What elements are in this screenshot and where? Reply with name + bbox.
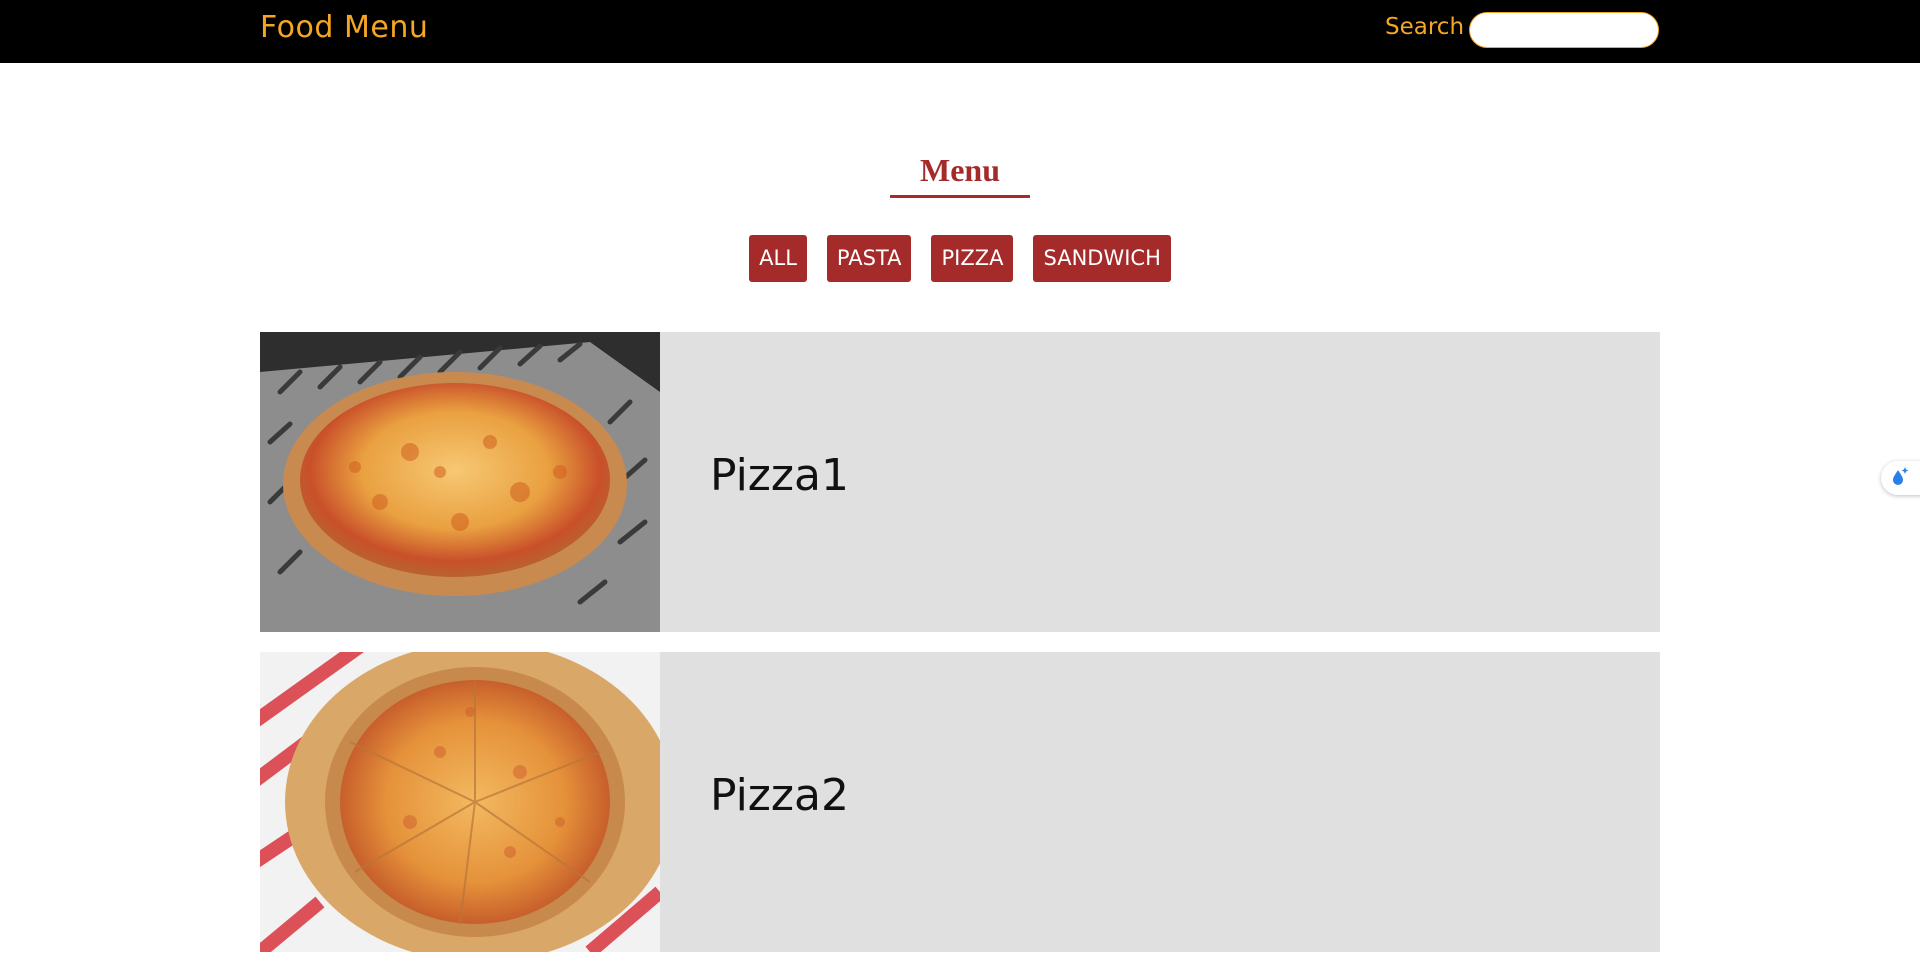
filter-pizza-button[interactable]: PIZZA <box>931 235 1014 282</box>
menu-item-name: Pizza2 <box>710 770 849 821</box>
category-filter-bar: ALL PASTA PIZZA SANDWICH <box>0 235 1920 282</box>
search-input[interactable] <box>1469 12 1659 48</box>
filter-all-button[interactable]: ALL <box>749 235 807 282</box>
search-label: Search <box>1385 14 1465 40</box>
menu-item-card: Pizza2 <box>260 652 1660 952</box>
top-navbar: Food Menu Search <box>0 0 1920 63</box>
brand-logo-text[interactable]: Food Menu <box>260 10 428 45</box>
filter-sandwich-button[interactable]: SANDWICH <box>1033 235 1171 282</box>
pizza-image <box>260 652 660 952</box>
menu-item-card: Pizza1 <box>260 332 1660 632</box>
menu-heading-underline <box>890 195 1030 198</box>
filter-pasta-button[interactable]: PASTA <box>826 235 912 282</box>
water-drop-sparkle-icon <box>1889 465 1911 491</box>
pizza-image <box>260 332 660 632</box>
menu-heading: Menu <box>920 152 1000 188</box>
browser-extension-widget[interactable] <box>1881 461 1920 495</box>
menu-item-name: Pizza1 <box>710 450 849 501</box>
